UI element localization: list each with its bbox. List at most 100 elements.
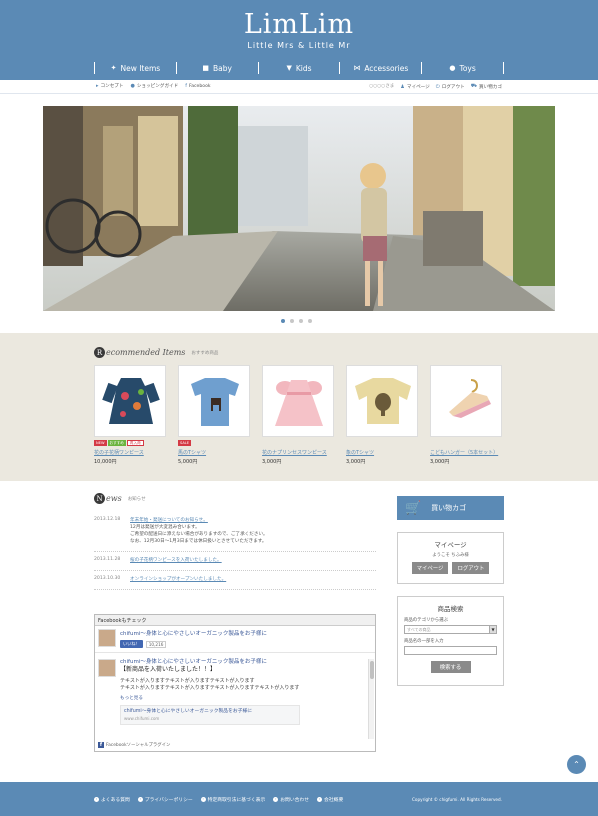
sale-tag: SALE xyxy=(178,440,192,446)
category-select[interactable]: すべての商品 ▼ xyxy=(404,625,497,634)
user-icon: ♟ xyxy=(400,83,405,90)
product-list: NEW おすすめ 再入荷 花の子花柄ワンピース 10,000円 SALE 馬のT… xyxy=(94,365,504,465)
product-image[interactable] xyxy=(346,365,418,437)
news-title: ews xyxy=(106,494,122,503)
search-button[interactable]: 検索する xyxy=(430,661,471,673)
nav-toys[interactable]: ● Toys xyxy=(421,62,504,74)
logout-icon: ⏻ xyxy=(435,83,440,90)
tshirt-icon: ▼ xyxy=(286,64,292,72)
welcome-text: ようこそ ちふみ様 xyxy=(432,553,469,558)
nav-kids[interactable]: ▼ Kids xyxy=(257,62,340,74)
slider-dot[interactable] xyxy=(281,319,285,323)
facebook-post-text: テキストが入りますテキストが入りますテキストが入ります xyxy=(120,678,255,684)
news-heading: N ews お知らせ xyxy=(94,493,146,504)
recommended-badge: R xyxy=(94,347,105,358)
nav-accessories[interactable]: ⋈ Accessories xyxy=(339,62,421,74)
product-name[interactable]: 花の子花柄ワンピース xyxy=(94,449,166,456)
elephant-tshirt-image xyxy=(355,378,411,424)
util-label: コンセプト xyxy=(100,84,124,89)
ribbon-icon: ⋈ xyxy=(353,64,361,72)
facebook-link-card[interactable]: chifumi〜身体と心にやさしいオーガニック製品をお子様に www.chifu… xyxy=(120,705,300,725)
slider-dot[interactable] xyxy=(290,319,294,323)
horse-tshirt-image xyxy=(191,378,239,426)
search-title: 商品検索 xyxy=(437,605,464,613)
facebook-plugin-label: Facebookソーシャルプラグイン xyxy=(106,743,171,748)
arrow-right-icon: › xyxy=(273,797,279,802)
mypage-button[interactable]: マイページ xyxy=(411,562,449,574)
shopping-guide-link[interactable]: ● ショッピングガイド xyxy=(131,83,179,89)
nav-new-items[interactable]: ✦ New Items xyxy=(94,62,176,74)
slider-dot[interactable] xyxy=(299,319,303,323)
utility-bar: ▸ コンセプト ● ショッピングガイド f Facebook ○○○○さま ♟ マイペー… xyxy=(0,80,598,94)
product-name[interactable]: 馬のTシャツ xyxy=(178,449,250,456)
product-name[interactable]: 花のナプリンセスワンピース xyxy=(262,449,334,456)
arrow-right-icon: › xyxy=(137,797,143,802)
concept-link[interactable]: ▸ コンセプト xyxy=(96,83,124,89)
hero-image[interactable] xyxy=(43,106,555,311)
dress-floral-image xyxy=(102,378,160,424)
nav-baby[interactable]: ■ Baby xyxy=(175,62,258,74)
news-item: 2013.11.28 桜の子花柄ワンピースを入荷いたしました。 xyxy=(94,552,376,571)
facebook-like-button[interactable]: いいね！ xyxy=(120,640,143,648)
facebook-post-avatar[interactable] xyxy=(98,659,116,677)
facebook-icon: f xyxy=(98,742,104,748)
restock-tag: 再入荷 xyxy=(126,440,144,446)
product-card: こどもハンガー（5本セット） 3,000円 xyxy=(430,365,502,465)
facebook-link[interactable]: f Facebook xyxy=(185,83,210,89)
product-image[interactable] xyxy=(178,365,250,437)
footer-link-legal[interactable]: › 特定商取引法に基づく表示 xyxy=(200,796,266,803)
product-image[interactable] xyxy=(94,365,166,437)
arrow-right-icon: › xyxy=(200,797,206,802)
slider-dots xyxy=(281,319,312,323)
news-link[interactable]: 年末年始・発送についてのお知らせ。 xyxy=(130,517,376,524)
chevron-up-icon: ⌃ xyxy=(573,760,580,769)
product-search-box: 商品検索 商品のテゴリから選ぶ すべての商品 ▼ 商品名の一部を入力 検索する xyxy=(397,596,504,686)
facebook-page-name[interactable]: chifumi〜身体と心にやさしいオーガニック製品をお子様に xyxy=(120,629,267,637)
back-to-top-button[interactable]: ⌃ xyxy=(567,755,586,774)
mypage-link[interactable]: ♟ マイページ xyxy=(400,83,429,90)
footer-link-label: よくある質問 xyxy=(101,798,130,803)
recommended-subtitle: おすすめ商品 xyxy=(191,350,219,356)
hero-photo-girl-street xyxy=(43,106,555,311)
facebook-post-author[interactable]: chifumi〜身体と心にやさしいオーガニック製品をお子様に xyxy=(120,659,300,666)
cart-link[interactable]: ⛟ 買い物カゴ xyxy=(471,83,502,90)
product-price: 3,000円 xyxy=(262,459,282,465)
facebook-feed[interactable]: chifumi〜身体と心にやさしいオーガニック製品をお子様に 【新商品を入荷いた… xyxy=(95,652,375,740)
kids-hanger-image xyxy=(449,379,491,418)
logout-button[interactable]: ログアウト xyxy=(452,562,490,574)
logout-link[interactable]: ⏻ ログアウト xyxy=(436,83,465,90)
cart-button[interactable]: 🛒 買い物カゴ xyxy=(397,496,504,520)
util-label: Facebook xyxy=(189,83,211,89)
footer-link-company[interactable]: › 会社概要 xyxy=(317,796,343,803)
slider-dot[interactable] xyxy=(308,319,312,323)
keyword-input[interactable] xyxy=(404,646,497,655)
product-image[interactable] xyxy=(430,365,502,437)
news-link[interactable]: オンラインショップがオープンいたしました。 xyxy=(130,576,376,583)
footer-link-label: 特定商取引法に基づく表示 xyxy=(207,798,266,803)
footer-link-faq[interactable]: › よくある質問 xyxy=(94,796,130,803)
util-label: マイページ xyxy=(406,84,430,90)
site-logo[interactable]: LimLim xyxy=(0,10,598,40)
footer-link-privacy[interactable]: › プライバシーポリシー xyxy=(137,796,193,803)
facebook-post-headline: 【新商品を入荷いたしました！！】 xyxy=(120,666,217,673)
facebook-page-avatar[interactable] xyxy=(98,629,116,647)
facebook-like-count: 10,216 xyxy=(145,640,167,648)
util-label: 買い物カゴ xyxy=(479,84,502,90)
product-name[interactable]: こどもハンガー（5本セット） xyxy=(430,449,502,456)
scrollbar-thumb[interactable] xyxy=(370,661,374,679)
product-image[interactable] xyxy=(262,365,334,437)
news-link[interactable]: 桜の子花柄ワンピースを入荷いたしました。 xyxy=(130,557,376,564)
arrow-right-icon: › xyxy=(317,797,323,802)
news-item: 2013.12.18 年末年始・発送についてのお知らせ。 12月は発送が大変混み… xyxy=(94,512,376,552)
category-label: 商品のテゴリから選ぶ xyxy=(404,618,448,623)
recommended-tag: おすすめ xyxy=(107,440,126,446)
facebook-post: chifumi〜身体と心にやさしいオーガニック製品をお子様に 【新商品を入荷いた… xyxy=(98,659,366,725)
cart-label: 買い物カゴ xyxy=(431,504,467,512)
product-card: SALE 馬のTシャツ 5,000円 xyxy=(178,365,250,465)
news-text: ご希望の配送日に添えない場合がありますので、ご了承ください。 xyxy=(130,532,268,537)
product-name[interactable]: 象のTシャツ xyxy=(346,449,418,456)
footer-link-label: お問い合わせ xyxy=(280,798,310,803)
facebook-see-more-link[interactable]: もっと見る xyxy=(120,695,300,702)
facebook-scrollbar[interactable] xyxy=(368,659,374,739)
footer-link-contact[interactable]: › お問い合わせ xyxy=(273,796,309,803)
